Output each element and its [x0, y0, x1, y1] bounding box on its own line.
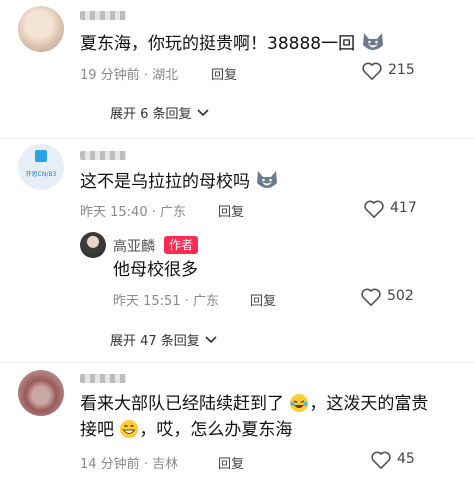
reply-time: 昨天 15:51	[113, 294, 181, 309]
author-badge: 作者	[164, 236, 199, 254]
heart-icon	[362, 62, 382, 80]
comment-meta: 19 分钟前 · 湖北	[80, 64, 178, 83]
reply-meta: 昨天 15:51 · 广东	[113, 290, 219, 309]
meta-separator: ·	[147, 205, 161, 220]
laughing-tears-emoji-icon	[290, 394, 309, 412]
divider	[0, 362, 474, 363]
like-count: 215	[388, 62, 415, 78]
comment-text-body: 这不是乌拉拉的母校吗	[80, 172, 250, 192]
comment-text: 夏东海，你玩的挺贵啊！38888一回	[80, 31, 385, 56]
expand-replies-label: 展开 6 条回复	[110, 107, 192, 122]
expand-replies-button[interactable]: 展开 47 条回复	[110, 330, 217, 349]
reply-text: 他母校很多	[113, 260, 198, 280]
comment-text-segment: ，这泼天的富贵	[309, 394, 429, 414]
comment-text-line-2: 接吧 ，哎，怎么办夏东海	[80, 418, 292, 442]
chevron-down-icon	[197, 109, 209, 117]
meta-separator: ·	[139, 68, 153, 83]
reply-button[interactable]: 回复	[218, 453, 244, 472]
author-name[interactable]: 高亚麟	[113, 236, 155, 256]
comment-time: 19 分钟前	[80, 68, 140, 83]
husky-emoji-icon	[362, 33, 383, 50]
comment-location: 吉林	[152, 457, 179, 472]
comment-text: 这不是乌拉拉的母校吗	[80, 169, 279, 194]
comment-time: 昨天 15:40	[80, 205, 148, 220]
commenter-avatar[interactable]	[18, 6, 64, 52]
comment-meta: 14 分钟前 · 吉林	[80, 453, 178, 472]
husky-emoji-icon	[257, 171, 278, 188]
like-count: 417	[390, 200, 417, 216]
expand-replies-label: 展开 47 条回复	[110, 334, 200, 349]
heart-icon	[364, 200, 384, 218]
reply-button[interactable]: 回复	[250, 290, 276, 309]
like-button[interactable]: 45	[370, 449, 440, 473]
like-button[interactable]: 215	[361, 60, 431, 84]
reply-location: 广东	[193, 294, 220, 309]
expand-replies-button[interactable]: 展开 6 条回复	[110, 103, 209, 122]
like-button[interactable]: 502	[360, 286, 430, 310]
meta-separator: ·	[139, 457, 153, 472]
grinning-emoji-icon	[120, 420, 139, 438]
divider	[0, 138, 474, 139]
comment-text-line-1: 看来大部队已经陆续赶到了 ，这泼天的富贵	[80, 392, 428, 416]
reply-button[interactable]: 回复	[218, 201, 244, 220]
commenter-name-blurred[interactable]	[80, 374, 126, 383]
heart-icon	[371, 451, 391, 469]
comment-time: 14 分钟前	[80, 457, 140, 472]
author-avatar[interactable]	[80, 232, 106, 258]
heart-icon	[361, 288, 381, 306]
like-count: 45	[397, 451, 415, 467]
comment-meta: 昨天 15:40 · 广东	[80, 201, 186, 220]
commenter-name-blurred[interactable]	[80, 151, 126, 160]
commenter-name-blurred[interactable]	[80, 11, 126, 20]
like-count: 502	[387, 288, 414, 304]
comment-text-segment: ，哎，怎么办夏东海	[139, 420, 293, 440]
commenter-avatar[interactable]	[18, 370, 64, 416]
comment-location: 湖北	[152, 68, 179, 83]
like-button[interactable]: 417	[363, 198, 433, 222]
comment-text-segment: 接吧	[80, 420, 114, 440]
comment-text-segment: 看来大部队已经陆续赶到了	[80, 394, 284, 414]
comment-location: 广东	[160, 205, 187, 220]
commenter-avatar[interactable]: 开思CN/B3	[18, 144, 64, 190]
chevron-down-icon	[205, 336, 217, 344]
comment-text-body: 夏东海，你玩的挺贵啊！38888一回	[80, 34, 356, 54]
avatar-logo-text: 开思CN/B3	[25, 171, 57, 178]
meta-separator: ·	[180, 294, 194, 309]
avatar-logo-shape	[35, 150, 47, 162]
reply-button[interactable]: 回复	[211, 64, 237, 83]
